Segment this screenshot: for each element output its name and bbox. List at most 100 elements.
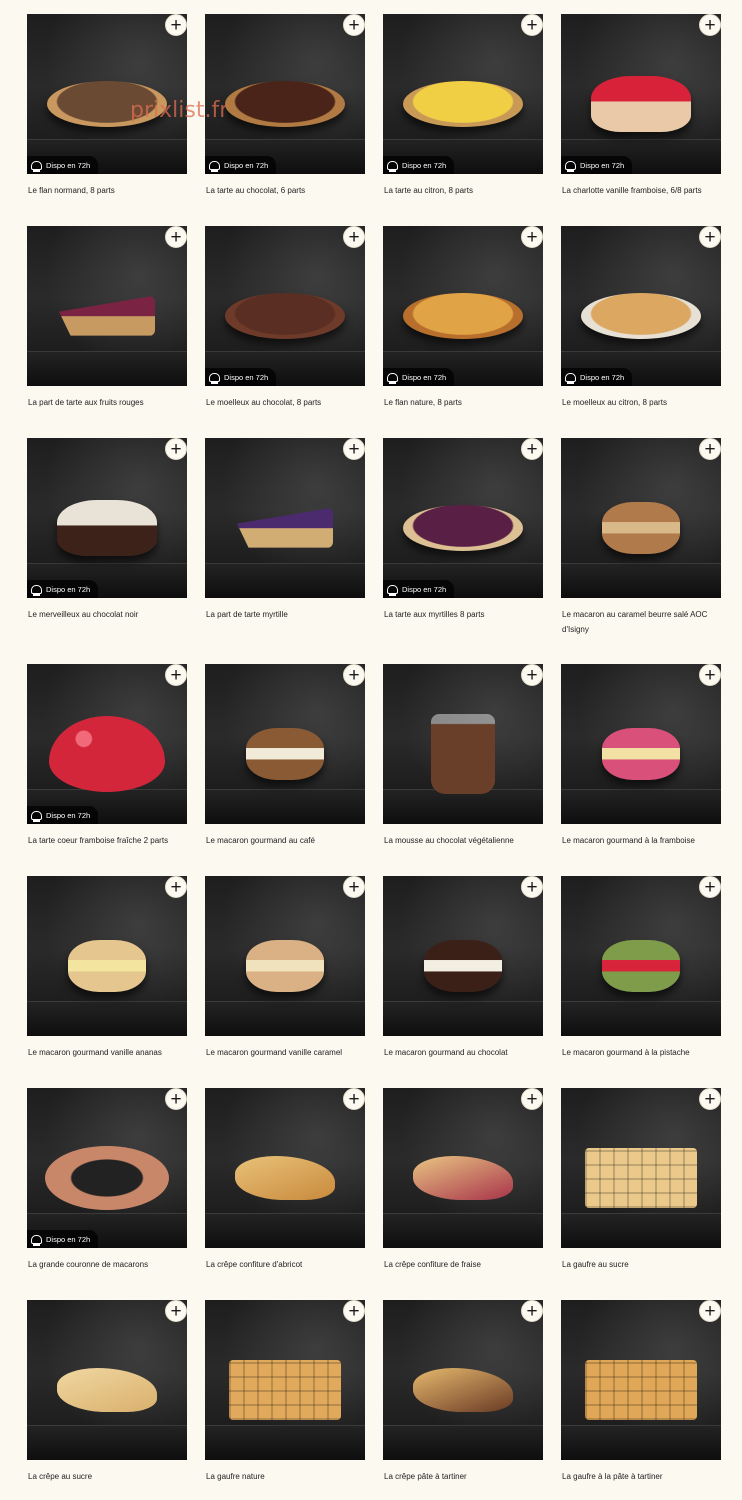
product-image[interactable]: Dispo en 72h +	[27, 664, 187, 824]
add-to-cart-button[interactable]: +	[165, 876, 187, 898]
product-image[interactable]: Dispo en 72h +	[27, 438, 187, 598]
product-card[interactable]: + La part de tarte aux fruits rouges	[27, 226, 187, 438]
product-card[interactable]: + La part de tarte myrtille	[205, 438, 365, 664]
product-name[interactable]: La crêpe pâte à tartiner	[383, 1469, 543, 1484]
product-card[interactable]: Dispo en 72h + La charlotte vanille frambo…	[561, 14, 721, 226]
product-card[interactable]: + La gaufre nature	[205, 1300, 365, 1500]
product-card[interactable]: + La crêpe pâte à tartiner	[383, 1300, 543, 1500]
product-card[interactable]: Dispo en 72h + Le flan nature, 8 parts	[383, 226, 543, 438]
product-image[interactable]: +	[383, 1088, 543, 1248]
add-to-cart-button[interactable]: +	[165, 664, 187, 686]
product-card[interactable]: + Le macaron gourmand au café	[205, 664, 365, 876]
product-image[interactable]: +	[561, 1088, 721, 1248]
product-name[interactable]: La crêpe confiture de fraise	[383, 1257, 543, 1272]
product-image[interactable]: +	[383, 664, 543, 824]
product-name[interactable]: La tarte coeur framboise fraîche 2 parts	[27, 833, 187, 848]
product-image[interactable]: Dispo en 72h +	[561, 226, 721, 386]
add-to-cart-button[interactable]: +	[699, 438, 721, 460]
product-name[interactable]: La part de tarte myrtille	[205, 607, 365, 622]
add-to-cart-button[interactable]: +	[165, 226, 187, 248]
product-name[interactable]: La crêpe confiture d'abricot	[205, 1257, 365, 1272]
product-image[interactable]: Dispo en 72h +	[383, 438, 543, 598]
product-image[interactable]: +	[27, 1300, 187, 1460]
add-to-cart-button[interactable]: +	[165, 14, 187, 36]
add-to-cart-button[interactable]: +	[165, 438, 187, 460]
product-name[interactable]: La grande couronne de macarons	[27, 1257, 187, 1272]
product-name[interactable]: La charlotte vanille framboise, 6/8 part…	[561, 183, 721, 198]
product-name[interactable]: Le macaron gourmand vanille caramel	[205, 1045, 365, 1060]
add-to-cart-button[interactable]: +	[521, 14, 543, 36]
product-name[interactable]: Le macaron gourmand au café	[205, 833, 365, 848]
product-card[interactable]: + La gaufre à la pâte à tartiner	[561, 1300, 721, 1500]
add-to-cart-button[interactable]: +	[699, 664, 721, 686]
product-image[interactable]: +	[27, 226, 187, 386]
add-to-cart-button[interactable]: +	[343, 664, 365, 686]
product-card[interactable]: + Le macaron gourmand à la framboise	[561, 664, 721, 876]
product-image[interactable]: +	[205, 438, 365, 598]
product-name[interactable]: Le macaron gourmand à la pistache	[561, 1045, 721, 1060]
add-to-cart-button[interactable]: +	[521, 438, 543, 460]
product-name[interactable]: La gaufre au sucre	[561, 1257, 721, 1272]
product-card[interactable]: + Le macaron gourmand vanille caramel	[205, 876, 365, 1088]
add-to-cart-button[interactable]: +	[699, 876, 721, 898]
product-card[interactable]: Dispo en 72h + Le merveilleux au chocolat …	[27, 438, 187, 664]
add-to-cart-button[interactable]: +	[343, 1300, 365, 1322]
product-card[interactable]: + La crêpe confiture d'abricot	[205, 1088, 365, 1300]
product-card[interactable]: + La mousse au chocolat végétalienne	[383, 664, 543, 876]
product-image[interactable]: +	[383, 876, 543, 1036]
product-card[interactable]: Dispo en 72h + Le flan normand, 8 parts	[27, 14, 187, 226]
product-card[interactable]: Dispo en 72h + Le moelleux au chocolat, 8 …	[205, 226, 365, 438]
product-card[interactable]: + Le macaron au caramel beurre salé AOC d…	[561, 438, 721, 664]
add-to-cart-button[interactable]: +	[343, 876, 365, 898]
product-card[interactable]: + La crêpe au sucre	[27, 1300, 187, 1500]
product-card[interactable]: Dispo en 72h + La tarte au citron, 8 parts	[383, 14, 543, 226]
add-to-cart-button[interactable]: +	[521, 876, 543, 898]
product-image[interactable]: +	[205, 664, 365, 824]
product-card[interactable]: Dispo en 72h + La grande couronne de macar…	[27, 1088, 187, 1300]
product-image[interactable]: Dispo en 72h +	[205, 14, 365, 174]
product-image[interactable]: Dispo en 72h +	[205, 226, 365, 386]
product-name[interactable]: Le flan normand, 8 parts	[27, 183, 187, 198]
add-to-cart-button[interactable]: +	[343, 1088, 365, 1110]
add-to-cart-button[interactable]: +	[521, 1300, 543, 1322]
add-to-cart-button[interactable]: +	[699, 14, 721, 36]
add-to-cart-button[interactable]: +	[699, 1300, 721, 1322]
add-to-cart-button[interactable]: +	[699, 226, 721, 248]
product-name[interactable]: Le moelleux au chocolat, 8 parts	[205, 395, 365, 410]
product-image[interactable]: Dispo en 72h +	[27, 14, 187, 174]
add-to-cart-button[interactable]: +	[521, 664, 543, 686]
product-name[interactable]: Le flan nature, 8 parts	[383, 395, 543, 410]
product-image[interactable]: +	[561, 438, 721, 598]
product-name[interactable]: Le merveilleux au chocolat noir	[27, 607, 187, 622]
product-card[interactable]: Dispo en 72h + La tarte aux myrtilles 8 pa…	[383, 438, 543, 664]
product-image[interactable]: +	[561, 1300, 721, 1460]
product-image[interactable]: Dispo en 72h +	[383, 226, 543, 386]
add-to-cart-button[interactable]: +	[343, 438, 365, 460]
product-image[interactable]: +	[561, 664, 721, 824]
product-card[interactable]: + La gaufre au sucre	[561, 1088, 721, 1300]
product-image[interactable]: +	[205, 1300, 365, 1460]
product-card[interactable]: Dispo en 72h + La tarte coeur framboise fr…	[27, 664, 187, 876]
add-to-cart-button[interactable]: +	[165, 1088, 187, 1110]
product-card[interactable]: Dispo en 72h + Le moelleux au citron, 8 pa…	[561, 226, 721, 438]
product-name[interactable]: La tarte au chocolat, 6 parts	[205, 183, 365, 198]
product-image[interactable]: +	[27, 876, 187, 1036]
product-card[interactable]: + La crêpe confiture de fraise	[383, 1088, 543, 1300]
product-name[interactable]: La gaufre nature	[205, 1469, 365, 1484]
product-name[interactable]: La tarte au citron, 8 parts	[383, 183, 543, 198]
product-name[interactable]: Le macaron gourmand à la framboise	[561, 833, 721, 848]
product-image[interactable]: +	[383, 1300, 543, 1460]
product-image[interactable]: +	[205, 1088, 365, 1248]
product-card[interactable]: Dispo en 72h + La tarte au chocolat, 6 par…	[205, 14, 365, 226]
product-card[interactable]: + Le macaron gourmand vanille ananas	[27, 876, 187, 1088]
product-image[interactable]: +	[205, 876, 365, 1036]
product-image[interactable]: Dispo en 72h +	[383, 14, 543, 174]
product-card[interactable]: + Le macaron gourmand à la pistache	[561, 876, 721, 1088]
product-name[interactable]: La crêpe au sucre	[27, 1469, 187, 1484]
product-image[interactable]: +	[561, 876, 721, 1036]
product-name[interactable]: La part de tarte aux fruits rouges	[27, 395, 187, 410]
product-name[interactable]: Le macaron gourmand vanille ananas	[27, 1045, 187, 1060]
product-name[interactable]: La mousse au chocolat végétalienne	[383, 833, 543, 848]
product-name[interactable]: La gaufre à la pâte à tartiner	[561, 1469, 721, 1484]
product-image[interactable]: Dispo en 72h +	[561, 14, 721, 174]
